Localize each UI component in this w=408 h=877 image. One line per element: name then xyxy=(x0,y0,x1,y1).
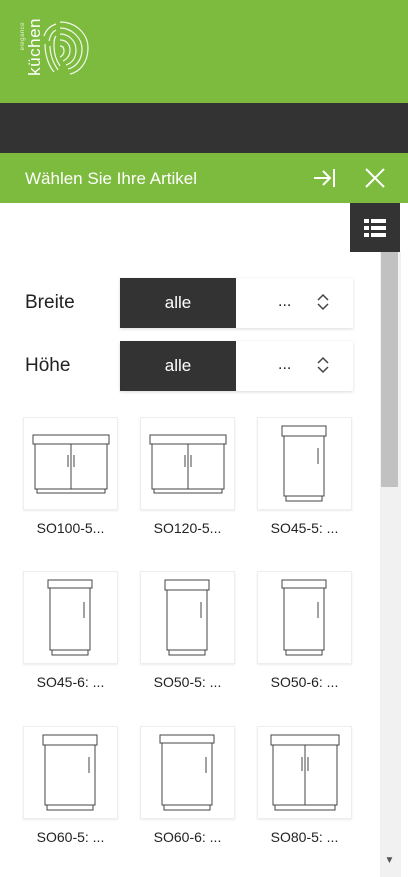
cabinet-thumbnail xyxy=(140,417,235,510)
item-label: SO50-6: ... xyxy=(270,674,339,690)
close-icon xyxy=(365,168,385,188)
list-item[interactable]: SO45-5: ... xyxy=(257,417,352,536)
item-label: SO50-5: ... xyxy=(153,674,222,690)
cabinet-thumbnail xyxy=(140,726,235,819)
filter-height-selected[interactable]: alle xyxy=(120,341,236,391)
list-item[interactable]: SO60-6: ... xyxy=(140,726,235,845)
cabinet-thumbnail xyxy=(257,726,352,819)
scrollbar-thumb[interactable] xyxy=(381,252,398,487)
cabinet-thumbnail xyxy=(257,571,352,664)
list-item[interactable]: SO80-5: ... xyxy=(257,726,352,845)
scroll-down-arrow[interactable]: ▼ xyxy=(381,853,398,868)
cabinet-thumbnail xyxy=(23,417,118,510)
cabinet-thumbnail xyxy=(23,571,118,664)
filter-width-other: ... xyxy=(278,293,292,310)
filter-label-width: Breite xyxy=(25,292,75,313)
filter-label-height: Höhe xyxy=(25,355,71,376)
header-bar: elegance küchen xyxy=(0,0,408,103)
close-button[interactable] xyxy=(358,161,392,195)
filter-height-dropdown[interactable]: ... xyxy=(236,341,353,391)
filter-width-dropdown[interactable]: ... xyxy=(236,278,353,328)
list-item[interactable]: SO100-5... xyxy=(23,417,118,536)
item-label: SO100-5... xyxy=(36,520,105,536)
collapse-panel-icon xyxy=(314,169,335,187)
list-item[interactable]: SO120-5... xyxy=(140,417,235,536)
chevron-updown-icon xyxy=(317,356,329,374)
cabinet-thumbnail xyxy=(23,726,118,819)
filter-width: alle ... xyxy=(120,278,353,328)
item-label: SO45-5: ... xyxy=(270,520,339,536)
filter-width-selected[interactable]: alle xyxy=(120,278,236,328)
filter-height: alle ... xyxy=(120,341,353,391)
item-label: SO60-5: ... xyxy=(36,829,105,845)
item-label: SO80-5: ... xyxy=(270,829,339,845)
filter-height-other: ... xyxy=(278,356,292,373)
list-item[interactable]: SO50-6: ... xyxy=(257,571,352,690)
chevron-updown-icon xyxy=(317,293,329,311)
item-label: SO120-5... xyxy=(153,520,222,536)
collapse-panel-button[interactable] xyxy=(308,161,342,195)
list-item[interactable]: SO45-6: ... xyxy=(23,571,118,690)
dark-toolbar xyxy=(0,103,408,153)
panel-title: Wählen Sie Ihre Artikel xyxy=(25,169,197,188)
list-view-icon xyxy=(364,218,386,237)
list-item[interactable]: SO60-5: ... xyxy=(23,726,118,845)
cabinet-thumbnail xyxy=(140,571,235,664)
cabinet-thumbnail xyxy=(257,417,352,510)
item-label: SO60-6: ... xyxy=(153,829,222,845)
list-item[interactable]: SO50-5: ... xyxy=(140,571,235,690)
logo-wordmark: küchen xyxy=(25,18,44,76)
panel-header: Wählen Sie Ihre Artikel xyxy=(0,153,408,203)
item-label: SO45-6: ... xyxy=(36,674,105,690)
list-view-button[interactable] xyxy=(350,203,400,252)
